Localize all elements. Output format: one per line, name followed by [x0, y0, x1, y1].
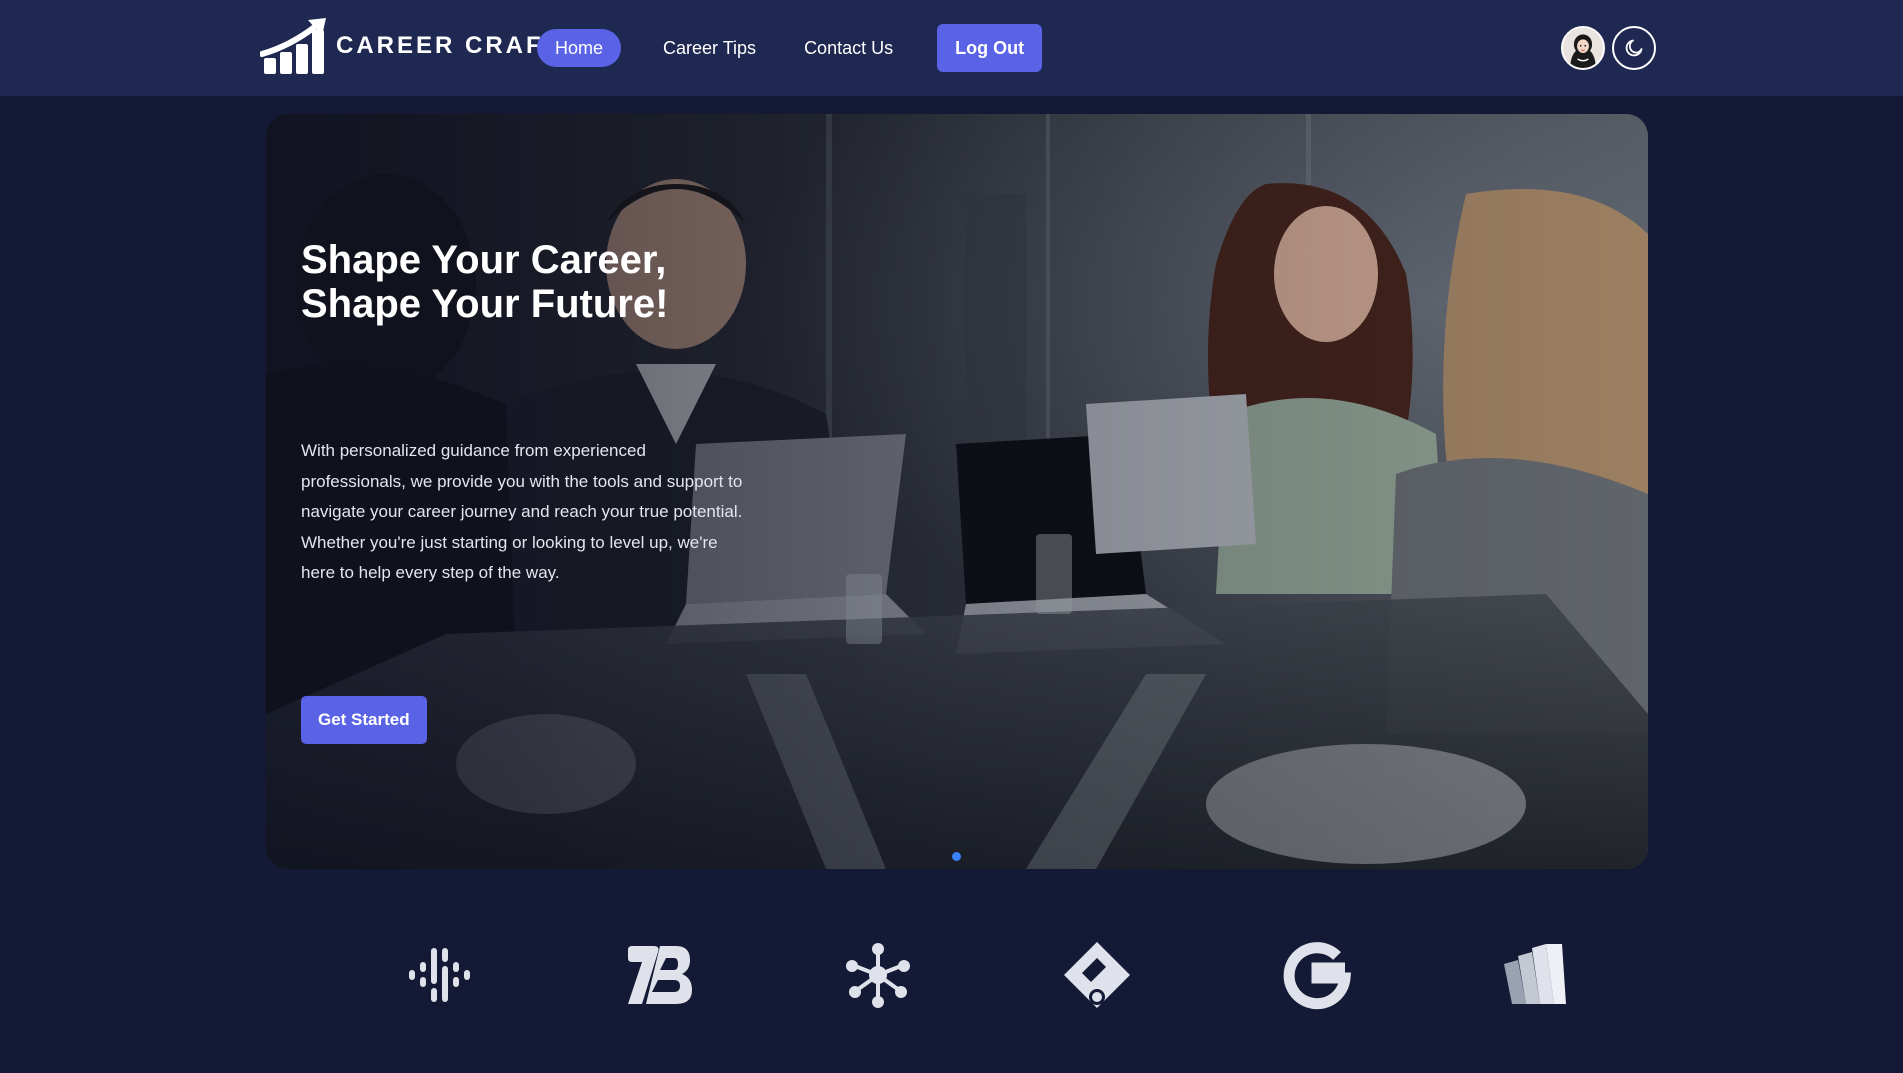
- w-stripes-icon: [1504, 944, 1566, 1004]
- nav-career-tips[interactable]: Career Tips: [645, 29, 774, 67]
- growth-chart-icon: [260, 18, 326, 74]
- brand-logo[interactable]: CAREER CRAFT: [260, 16, 561, 76]
- diamond-tag-icon: [1064, 942, 1130, 1008]
- partner-logo-6: [1500, 940, 1570, 1010]
- tb-monogram-icon: [628, 946, 692, 1004]
- brand-name: CAREER CRAFT: [336, 32, 562, 59]
- partner-logo-1: [405, 940, 475, 1010]
- partner-logo-5: [1281, 940, 1351, 1010]
- podcast-wave-icon: [409, 948, 470, 1002]
- partner-logo-3: [843, 940, 913, 1010]
- partner-logo-4: [1062, 940, 1132, 1010]
- nav-contact-us[interactable]: Contact Us: [786, 29, 911, 67]
- navbar: CAREER CRAFT Home Career Tips Contact Us…: [0, 0, 1903, 96]
- carousel-dot[interactable]: [952, 852, 961, 861]
- hero-description: With personalized guidance from experien…: [301, 441, 743, 582]
- hero-title-line-2: Shape Your Future!: [301, 282, 669, 326]
- nav-home[interactable]: Home: [537, 29, 622, 67]
- main-nav: Home Career Tips Contact Us Log Out: [537, 24, 1043, 72]
- google-g-icon: [1283, 942, 1351, 1010]
- partner-logo-2: [624, 940, 694, 1010]
- hero-banner: Shape Your Career, Shape Your Future! Wi…: [266, 114, 1648, 869]
- partner-logos: [0, 940, 1903, 1010]
- theme-toggle-button[interactable]: [1612, 26, 1656, 70]
- hero-title: Shape Your Career, Shape Your Future!: [301, 238, 861, 326]
- user-avatar[interactable]: [1561, 26, 1605, 70]
- hero-title-line-1: Shape Your Career,: [301, 238, 667, 282]
- avatar-portrait-icon: [1563, 28, 1603, 68]
- get-started-button[interactable]: Get Started: [301, 696, 427, 744]
- network-nodes-icon: [846, 943, 910, 1008]
- logout-button[interactable]: Log Out: [937, 24, 1043, 72]
- moon-icon: [1625, 39, 1643, 57]
